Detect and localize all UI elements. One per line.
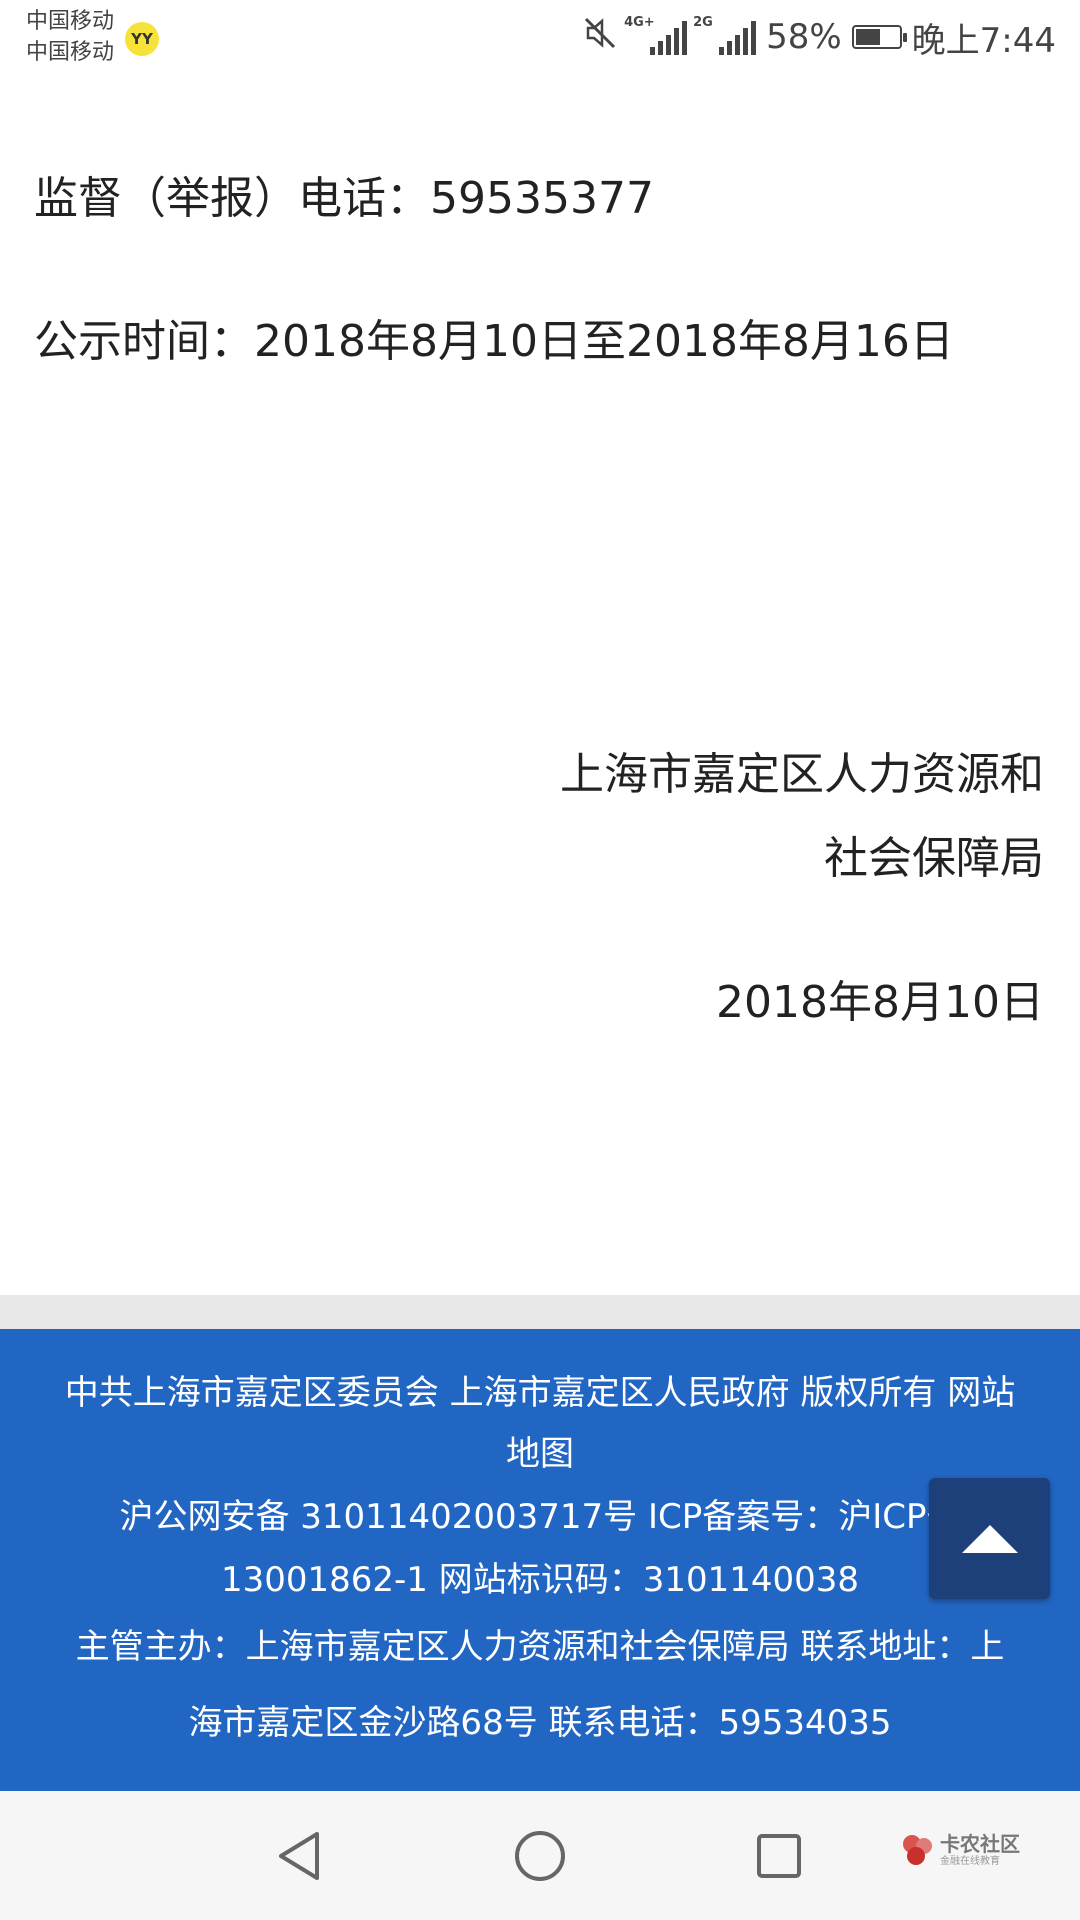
arrow-up-icon [961,1524,1018,1553]
footer-sitemap-line: 地图 [30,1426,1050,1475]
yy-app-icon: YY [125,22,159,56]
network-type-2: 2G [693,15,713,30]
kanong-logo-icon [903,1835,932,1865]
status-bar: 中国移动 中国移动 YY 4G+ 2G 58% 晚上7:44 [0,0,1080,78]
section-divider [0,1295,1080,1329]
signal-icon-1: 4G+ [624,15,688,55]
status-indicators: 4G+ 2G 58% 晚上7:44 [582,14,1056,61]
network-type-1: 4G+ [624,15,655,30]
battery-icon [851,25,907,49]
carrier-info: 中国移动 中国移动 [26,6,114,68]
footer-copyright-text[interactable]: 中共上海市嘉定区委员会 上海市嘉定区人民政府 版权所有 网站 [65,1373,1015,1413]
clock: 晚上7:44 [911,20,1056,61]
site-footer: 中共上海市嘉定区委员会 上海市嘉定区人民政府 版权所有 网站 地图 沪公网安备 … [0,1329,1080,1791]
footer-copyright-line: 中共上海市嘉定区委员会 上海市嘉定区人民政府 版权所有 网站 [30,1365,1050,1414]
home-circle-icon [515,1831,565,1881]
footer-address-phone: 海市嘉定区金沙路68号 联系电话：59534035 [188,1703,892,1743]
footer-site-id: 13001862-1 网站标识码：3101140038 [220,1560,860,1600]
sitemap-link[interactable]: 地图 [506,1434,574,1474]
watermark-name: 卡农社区 [940,1831,1020,1856]
footer-sponsor: 主管主办：上海市嘉定区人力资源和社会保障局 联系地址：上 [75,1627,1005,1667]
supervision-phone-text: 监督（举报）电话：59535377 [34,173,654,224]
nav-back-button[interactable] [262,1819,336,1893]
publicity-period-text: 公示时间：2018年8月10日至2018年8月16日 [34,316,954,367]
issuer-name-line-2: 社会保障局 [824,833,1044,884]
signal-icon-2: 2G [693,15,757,55]
watermark-logo: 卡农社区 金融在线教育 [900,1832,1020,1868]
issue-date: 2018年8月10日 [716,977,1044,1028]
nav-recents-button[interactable] [742,1819,816,1893]
back-triangle-icon [279,1832,319,1880]
battery-fill [855,29,880,45]
nav-home-button[interactable] [503,1819,577,1893]
carrier-label-2: 中国移动 [26,40,115,65]
footer-security-record[interactable]: 沪公网安备 31011402003717号 ICP备案号：沪ICP备 [30,1489,1050,1538]
recents-square-icon [757,1834,801,1878]
watermark-tagline: 金融在线教育 [940,1855,1000,1867]
mute-icon [582,15,618,60]
back-to-top-button[interactable] [929,1478,1050,1599]
carrier-label-1: 中国移动 [26,9,115,34]
battery-percent: 58% [766,17,842,57]
issuer-name-line-1: 上海市嘉定区人力资源和 [560,749,1044,800]
